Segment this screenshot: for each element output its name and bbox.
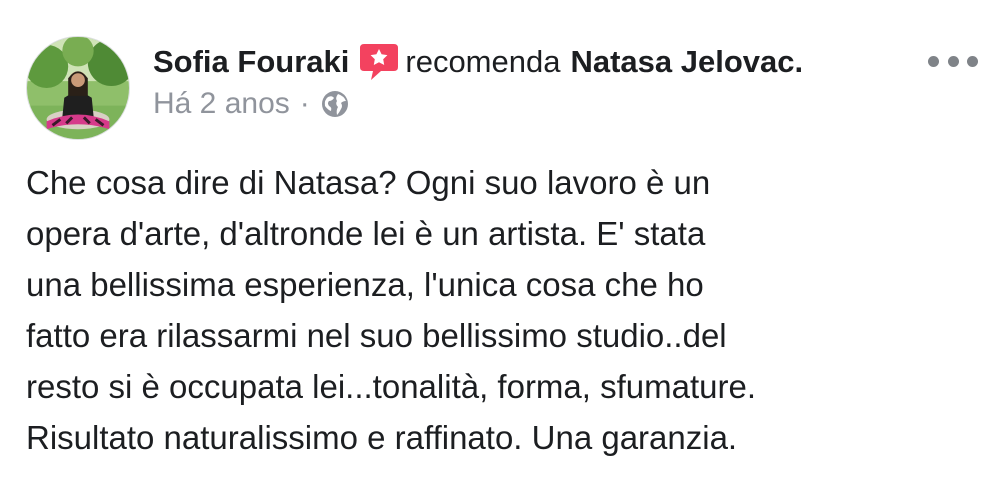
ellipsis-icon bbox=[928, 55, 939, 67]
post-text-line: fatto era rilassarmi nel suo bellissimo … bbox=[26, 317, 727, 354]
timestamp[interactable]: Há 2 anos bbox=[153, 84, 290, 124]
post-text-line: una bellissima esperienza, l'unica cosa … bbox=[26, 266, 704, 303]
post-options-button[interactable] bbox=[928, 46, 978, 76]
post-text-line: Risultato naturalissimo e raffinato. Una… bbox=[26, 419, 738, 456]
star-speech-bubble-icon bbox=[359, 40, 399, 84]
post-text-line: resto si è occupata lei...tonalità, form… bbox=[26, 368, 757, 405]
avatar[interactable] bbox=[26, 36, 130, 140]
post-body-text: Che cosa dire di Natasa? Ogni suo lavoro… bbox=[26, 157, 966, 463]
avatar-photo bbox=[27, 37, 129, 139]
post-meta: Há 2 anos · bbox=[153, 84, 350, 124]
post-header: Sofia Fouraki recomenda Natasa Jelovac. bbox=[153, 40, 803, 84]
author-name[interactable]: Sofia Fouraki bbox=[153, 40, 349, 84]
recommend-verb: recomenda bbox=[405, 44, 561, 79]
review-post: Sofia Fouraki recomenda Natasa Jelovac. … bbox=[0, 0, 1000, 495]
post-text-line: Che cosa dire di Natasa? Ogni suo lavoro… bbox=[26, 164, 711, 201]
ellipsis-icon bbox=[947, 55, 959, 67]
globe-icon[interactable] bbox=[320, 89, 350, 119]
separator-dot: · bbox=[299, 87, 310, 120]
post-text-line: opera d'arte, d'altronde lei è un artist… bbox=[26, 215, 706, 252]
page-name[interactable]: Natasa Jelovac. bbox=[570, 40, 803, 84]
ellipsis-icon bbox=[967, 55, 978, 67]
